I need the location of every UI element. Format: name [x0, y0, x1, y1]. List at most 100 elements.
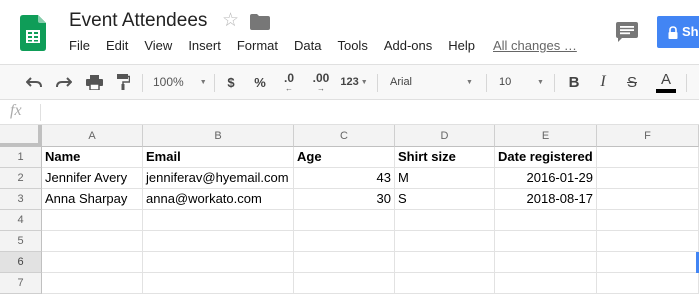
column-header-a[interactable]: A	[42, 125, 143, 147]
cell-c2[interactable]: 43	[294, 168, 395, 189]
print-button[interactable]	[82, 65, 106, 99]
text-color-button[interactable]: A	[655, 65, 677, 99]
cell-b1[interactable]: Email	[143, 147, 294, 168]
more-formats-label: 123	[340, 76, 359, 88]
menu-format[interactable]: Format	[237, 38, 278, 56]
formula-input[interactable]	[48, 104, 688, 121]
cell-a7[interactable]	[42, 273, 143, 294]
chevron-down-icon: ▼	[360, 78, 368, 86]
font-family-value: Arial	[390, 76, 413, 88]
cell-b4[interactable]	[143, 210, 294, 231]
italic-button[interactable]: I	[594, 65, 612, 99]
row-header-2[interactable]: 2	[0, 168, 42, 189]
cell-e4[interactable]	[495, 210, 597, 231]
row-header-6[interactable]: 6	[0, 252, 42, 273]
redo-button[interactable]	[52, 65, 76, 99]
fx-icon: fx	[10, 102, 22, 119]
cell-b2[interactable]: jenniferav@hyemail.com	[143, 168, 294, 189]
share-button-label: Sh	[682, 24, 699, 39]
cell-b7[interactable]	[143, 273, 294, 294]
cell-d6[interactable]	[395, 252, 495, 273]
cell-f2[interactable]	[597, 168, 699, 189]
cell-d4[interactable]	[395, 210, 495, 231]
menu-tools[interactable]: Tools	[337, 38, 367, 56]
cell-d5[interactable]	[395, 231, 495, 252]
cell-d1[interactable]: Shirt size	[395, 147, 495, 168]
row-header-5[interactable]: 5	[0, 231, 42, 252]
cell-f7[interactable]	[597, 273, 699, 294]
cell-a4[interactable]	[42, 210, 143, 231]
bold-button[interactable]: B	[565, 65, 583, 99]
menu-edit[interactable]: Edit	[106, 38, 128, 56]
row-header-3[interactable]: 3	[0, 189, 42, 210]
cell-c7[interactable]	[294, 273, 395, 294]
row-header-1[interactable]: 1	[0, 147, 42, 168]
cell-e1[interactable]: Date registered	[495, 147, 597, 168]
toolbar-separator	[214, 74, 215, 92]
zoom-select[interactable]: 100% ▼	[153, 65, 209, 99]
row-header-7[interactable]: 7	[0, 273, 42, 294]
share-button[interactable]: Sh	[657, 16, 699, 48]
column-header-e[interactable]: E	[495, 125, 597, 147]
paint-format-button[interactable]	[111, 65, 135, 99]
font-size-select[interactable]: 10 ▼	[499, 65, 549, 99]
undo-button[interactable]	[22, 65, 46, 99]
lock-icon	[668, 26, 678, 40]
column-header-c[interactable]: C	[294, 125, 395, 147]
cell-e5[interactable]	[495, 231, 597, 252]
increase-decimal-button[interactable]: .00 →	[307, 65, 335, 99]
folder-icon[interactable]	[250, 14, 270, 30]
column-header-d[interactable]: D	[395, 125, 495, 147]
cell-c5[interactable]	[294, 231, 395, 252]
cell-e7[interactable]	[495, 273, 597, 294]
menu-help[interactable]: Help	[448, 38, 475, 56]
cell-b3[interactable]: anna@workato.com	[143, 189, 294, 210]
cell-b6[interactable]	[143, 252, 294, 273]
format-currency-button[interactable]: $	[222, 65, 240, 99]
cell-e2[interactable]: 2016-01-29	[495, 168, 597, 189]
comments-icon[interactable]	[616, 22, 638, 42]
cell-e3[interactable]: 2018-08-17	[495, 189, 597, 210]
sheets-logo-icon[interactable]	[20, 15, 46, 51]
cell-a5[interactable]	[42, 231, 143, 252]
cell-b5[interactable]	[143, 231, 294, 252]
cell-c4[interactable]	[294, 210, 395, 231]
row-header-4[interactable]: 4	[0, 210, 42, 231]
cell-a6[interactable]	[42, 252, 143, 273]
decrease-decimal-button[interactable]: .0 ←	[278, 65, 300, 99]
cell-a3[interactable]: Anna Sharpay	[42, 189, 143, 210]
cell-c6[interactable]	[294, 252, 395, 273]
column-header-b[interactable]: B	[143, 125, 294, 147]
more-formats-button[interactable]: 123 ▼	[339, 65, 369, 99]
cell-d3[interactable]: S	[395, 189, 495, 210]
cell-c1[interactable]: Age	[294, 147, 395, 168]
document-title[interactable]: Event Attendees	[69, 10, 207, 32]
menu-insert[interactable]: Insert	[188, 38, 221, 56]
cell-a2[interactable]: Jennifer Avery	[42, 168, 143, 189]
format-percent-button[interactable]: %	[251, 65, 269, 99]
cell-a1[interactable]: Name	[42, 147, 143, 168]
star-icon[interactable]: ☆	[222, 9, 239, 33]
cell-e6[interactable]	[495, 252, 597, 273]
column-header-f[interactable]: F	[597, 125, 699, 147]
chevron-down-icon: ▼	[537, 78, 544, 86]
select-all-corner[interactable]	[0, 125, 42, 147]
all-changes-saved-link[interactable]: All changes …	[493, 38, 577, 56]
menu-file[interactable]: File	[69, 38, 90, 56]
toolbar-separator	[142, 74, 143, 92]
cell-c3[interactable]: 30	[294, 189, 395, 210]
redo-icon	[56, 77, 72, 88]
font-family-select[interactable]: Arial ▼	[390, 65, 476, 99]
menu-data[interactable]: Data	[294, 38, 321, 56]
app-header: Event Attendees ☆ File Edit View Insert …	[0, 0, 699, 64]
cell-f3[interactable]	[597, 189, 699, 210]
cell-f5[interactable]	[597, 231, 699, 252]
cell-f4[interactable]	[597, 210, 699, 231]
cell-d7[interactable]	[395, 273, 495, 294]
cell-d2[interactable]: M	[395, 168, 495, 189]
cell-f1[interactable]	[597, 147, 699, 168]
cell-f6[interactable]	[597, 252, 699, 273]
menu-view[interactable]: View	[144, 38, 172, 56]
strikethrough-button[interactable]: S	[623, 65, 641, 99]
menu-addons[interactable]: Add-ons	[384, 38, 432, 56]
